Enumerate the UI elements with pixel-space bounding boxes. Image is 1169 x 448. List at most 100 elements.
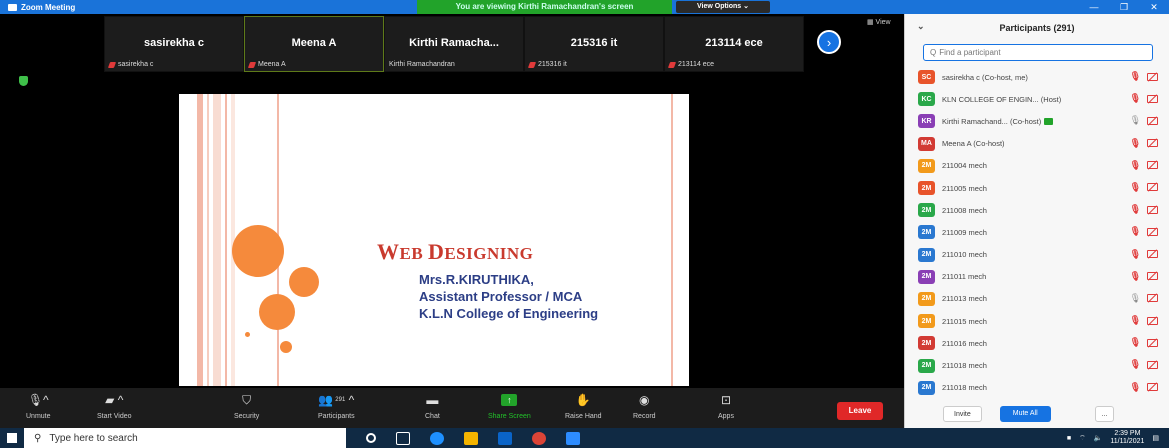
participant-status-icons: 🎙 — [1130, 293, 1158, 304]
participant-row[interactable]: 2M 211013 mech 🎙 — [905, 288, 1169, 310]
apps-button[interactable]: ⊡ Apps — [718, 392, 734, 420]
leave-button[interactable]: Leave — [837, 402, 883, 420]
network-icon[interactable]: ⌔ — [1079, 434, 1086, 443]
shared-screen-slide: WEB DESIGNING Mrs.R.KIRUTHIKA, Assistant… — [179, 94, 689, 386]
tray-app-icon[interactable]: ■ — [1067, 435, 1071, 442]
avatar: 2M — [918, 314, 935, 329]
participant-row[interactable]: 2M 211018 mech 🎙 — [905, 354, 1169, 376]
view-layout-button[interactable]: ▦ View — [867, 18, 891, 26]
participant-status-icons: 🎙 — [1130, 71, 1158, 82]
panel-title: Participants (291) — [999, 23, 1075, 33]
mic-muted-icon — [107, 61, 117, 68]
participant-row[interactable]: SC sasirekha c (Co-host, me) 🎙 — [905, 66, 1169, 88]
mic-muted-icon — [527, 61, 537, 68]
participant-row[interactable]: 2M 211010 mech 🎙 — [905, 244, 1169, 266]
apps-label: Apps — [718, 413, 734, 420]
mic-icon: 🎙 — [1129, 115, 1141, 126]
notifications-icon[interactable]: ▤ — [1152, 434, 1159, 442]
share-screen-button[interactable]: ↑ Share Screen — [488, 392, 531, 420]
zoom-app: Zoom Meeting You are viewing Kirthi Rama… — [0, 0, 1169, 448]
start-video-label: Start Video — [97, 413, 132, 420]
avatar: MA — [918, 136, 935, 151]
slide-stripe — [197, 94, 203, 386]
decor-circle — [280, 341, 292, 353]
slide-line: K.L.N College of Engineering — [419, 306, 599, 321]
participant-row[interactable]: 2M 211005 mech 🎙 — [905, 177, 1169, 199]
raise-hand-button[interactable]: ✋ Raise Hand — [565, 392, 602, 420]
maximize-icon[interactable]: ❐ — [1109, 0, 1139, 14]
mic-muted-icon: 🎙 — [1129, 270, 1141, 281]
slide-line: Mrs.R.KIRUTHIKA, — [419, 272, 534, 287]
video-off-icon — [1147, 139, 1158, 148]
participant-name: 211015 mech — [942, 316, 987, 326]
invite-button[interactable]: Invite — [943, 406, 982, 422]
participant-list: SC sasirekha c (Co-host, me) 🎙 KC KLN COLLEG… — [905, 66, 1169, 399]
participant-row[interactable]: KC KLN COLLEGE OF ENGIN... (Host) 🎙 — [905, 88, 1169, 110]
participant-status-icons: 🎙 — [1130, 138, 1158, 149]
security-button[interactable]: ⛉ Security — [234, 392, 259, 421]
avatar: 2M — [918, 291, 935, 306]
participant-row[interactable]: KR Kirthi Ramachand... (Co-host) 🎙 — [905, 110, 1169, 132]
participant-row[interactable]: MA Meena A (Co-host) 🎙 — [905, 133, 1169, 155]
volume-icon[interactable]: 🔈 — [1094, 434, 1103, 442]
participant-row[interactable]: 2M 211018 mech 🎙 — [905, 377, 1169, 399]
video-off-icon — [1147, 94, 1158, 103]
participant-row[interactable]: 2M 211016 mech 🎙 — [905, 332, 1169, 354]
video-off-icon — [1147, 183, 1158, 192]
participants-icon: 👥 291 ^ — [318, 393, 355, 407]
video-tile[interactable]: Meena A Meena A — [244, 16, 384, 72]
mic-muted-icon: 🎙 — [1129, 204, 1141, 215]
edge-icon[interactable] — [430, 431, 444, 445]
start-button[interactable] — [0, 428, 24, 448]
tile-label-text: 215316 it — [538, 61, 567, 68]
cortana-icon[interactable] — [366, 433, 376, 443]
participant-status-icons: 🎙 — [1130, 337, 1158, 348]
unmute-button[interactable]: 🎙^ Unmute — [26, 392, 51, 420]
file-explorer-icon[interactable] — [464, 431, 478, 445]
store-icon[interactable] — [498, 431, 512, 445]
clock[interactable]: 2:39 PM 11/11/2021 — [1110, 430, 1144, 446]
participant-status-icons: 🎙 — [1130, 249, 1158, 260]
apps-icon: ⊡ — [720, 393, 732, 407]
mic-muted-icon: 🎙 — [1129, 159, 1141, 170]
zoom-taskbar-icon[interactable] — [566, 431, 580, 445]
slide-title-part: W — [377, 239, 400, 264]
video-tile[interactable]: Kirthi Ramacha... Kirthi Ramachandran — [384, 16, 524, 72]
chat-button[interactable]: ▬ Chat — [425, 392, 440, 420]
participant-row[interactable]: 2M 211011 mech 🎙 — [905, 266, 1169, 288]
minimize-icon[interactable]: — — [1079, 0, 1109, 14]
avatar: SC — [918, 70, 935, 85]
tile-label-text: sasirekha c — [118, 61, 154, 68]
participant-row[interactable]: 2M 211009 mech 🎙 — [905, 221, 1169, 243]
participant-name: 211016 mech — [942, 338, 987, 348]
video-tile[interactable]: 215316 it 215316 it — [524, 16, 664, 72]
mute-all-button[interactable]: Mute All — [999, 406, 1051, 422]
chrome-icon[interactable] — [532, 431, 546, 445]
chat-label: Chat — [425, 413, 440, 420]
panel-header: ⌄ Participants (291) — [905, 14, 1169, 42]
taskbar-search-input[interactable]: ⚲ Type here to search — [24, 428, 346, 448]
video-tile[interactable]: 213114 ece 213114 ece — [664, 16, 804, 72]
mic-muted-icon: 🎙 — [1129, 248, 1141, 259]
mic-muted-icon: 🎙 — [1129, 359, 1141, 370]
task-view-icon[interactable] — [396, 431, 410, 445]
participant-search-input[interactable]: Q Find a participant — [923, 44, 1153, 61]
decor-circle — [289, 267, 319, 297]
mic-muted-icon — [247, 61, 257, 68]
chevron-down-icon[interactable]: ⌄ — [917, 21, 925, 32]
participant-row[interactable]: 2M 211015 mech 🎙 — [905, 310, 1169, 332]
view-options-button[interactable]: View Options ⌄ — [676, 1, 770, 13]
record-icon: ◉ — [639, 393, 650, 407]
participant-row[interactable]: 2M 211004 mech 🎙 — [905, 155, 1169, 177]
start-video-button[interactable]: ▰ ^ Start Video — [97, 392, 132, 420]
next-page-icon[interactable]: › — [817, 30, 841, 54]
record-button[interactable]: ◉ Record — [633, 392, 656, 420]
close-icon[interactable]: ✕ — [1139, 0, 1169, 14]
share-screen-label: Share Screen — [488, 413, 531, 420]
slide-title: WEB DESIGNING — [377, 239, 533, 265]
video-tile[interactable]: sasirekha c sasirekha c — [104, 16, 244, 72]
participants-button[interactable]: 👥 291 ^ Participants — [318, 392, 355, 420]
participant-row[interactable]: 2M 211008 mech 🎙 — [905, 199, 1169, 221]
mic-muted-icon: 🎙 — [1129, 93, 1141, 104]
more-options-button[interactable]: ... — [1094, 406, 1115, 422]
